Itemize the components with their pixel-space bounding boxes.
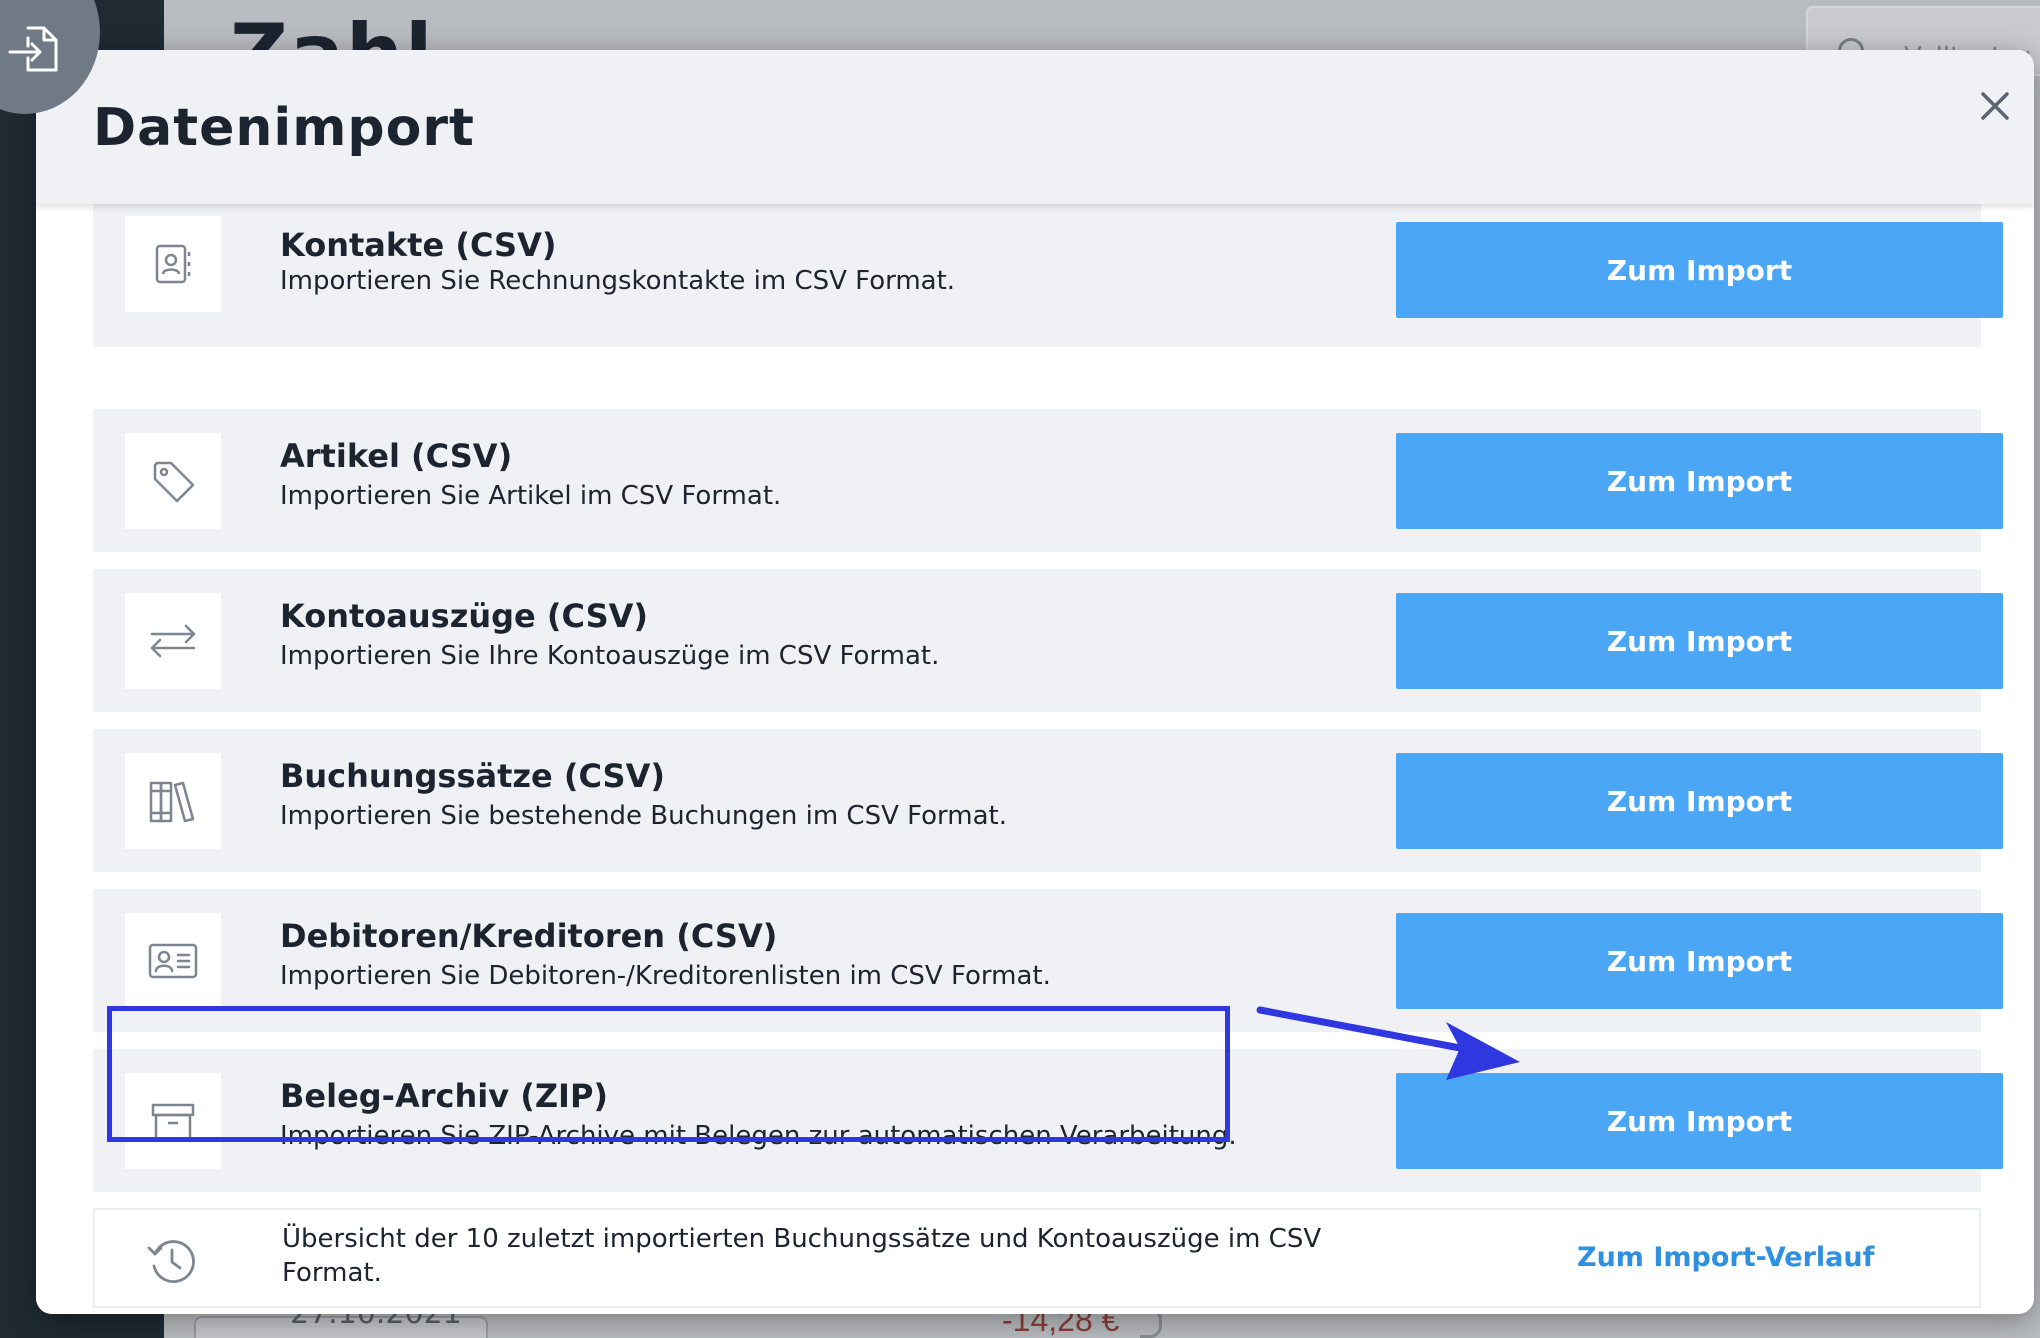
modal-title: Datenimport — [93, 98, 475, 158]
row-icon-box — [125, 433, 221, 529]
row-description: Importieren Sie bestehende Buchungen im … — [280, 801, 1008, 831]
import-history-link[interactable]: Zum Import-Verlauf — [1577, 1242, 1874, 1273]
row-title: Artikel (CSV) — [280, 437, 513, 475]
import-row-artikel: Artikel (CSV) Importieren Sie Artikel im… — [93, 409, 2003, 552]
import-row-kontoauszuege: Kontoauszüge (CSV) Importieren Sie Ihre … — [93, 569, 2003, 712]
modal-header: Datenimport — [36, 50, 2034, 204]
row-description: Importieren Sie Rechnungskontakte im CSV… — [280, 266, 956, 296]
row-icon-box — [125, 913, 221, 1009]
import-history-row: Übersicht der 10 zuletzt importierten Bu… — [93, 1208, 1981, 1308]
row-icon-box — [125, 593, 221, 689]
row-icon-box — [125, 753, 221, 849]
import-button-kontakte[interactable]: Zum Import — [1396, 222, 2003, 318]
contact-book-icon — [155, 244, 191, 284]
close-button[interactable] — [1971, 82, 2019, 130]
import-button-artikel[interactable]: Zum Import — [1396, 433, 2003, 529]
id-card-icon — [148, 943, 198, 979]
row-title: Kontoauszüge (CSV) — [280, 597, 648, 635]
modal-body: Kontakte (CSV) Importieren Sie Rechnungs… — [36, 204, 2034, 1314]
row-title: Buchungssätze (CSV) — [280, 757, 665, 795]
row-title: Kontakte (CSV) — [280, 226, 557, 264]
file-import-icon — [8, 26, 58, 72]
row-description: Importieren Sie Artikel im CSV Format. — [280, 481, 782, 511]
books-icon — [149, 781, 195, 823]
history-description: Übersicht der 10 zuletzt importierten Bu… — [282, 1224, 1322, 1288]
tag-icon — [153, 461, 195, 503]
import-row-buchungssaetze: Buchungssätze (CSV) Importieren Sie best… — [93, 729, 2003, 872]
annotation-arrow-icon — [1256, 1006, 1520, 1080]
import-button-debitoren-kreditoren[interactable]: Zum Import — [1396, 913, 2003, 1009]
history-icon — [147, 1240, 195, 1283]
row-description: Importieren Sie Ihre Kontoauszüge im CSV… — [280, 641, 940, 671]
transfer-arrows-icon — [150, 624, 196, 658]
import-button-kontoauszuege[interactable]: Zum Import — [1396, 593, 2003, 689]
import-button-beleg-archiv[interactable]: Zum Import — [1396, 1073, 2003, 1169]
row-description: Importieren Sie Debitoren-/Kreditorenlis… — [280, 961, 1051, 991]
import-button-buchungssaetze[interactable]: Zum Import — [1396, 753, 2003, 849]
row-title: Debitoren/Kreditoren (CSV) — [280, 917, 778, 955]
annotation-highlight-box — [107, 1006, 1230, 1142]
row-icon-box — [125, 216, 221, 312]
import-row-kontakte: Kontakte (CSV) Importieren Sie Rechnungs… — [93, 204, 2003, 347]
close-icon — [1981, 92, 2009, 120]
